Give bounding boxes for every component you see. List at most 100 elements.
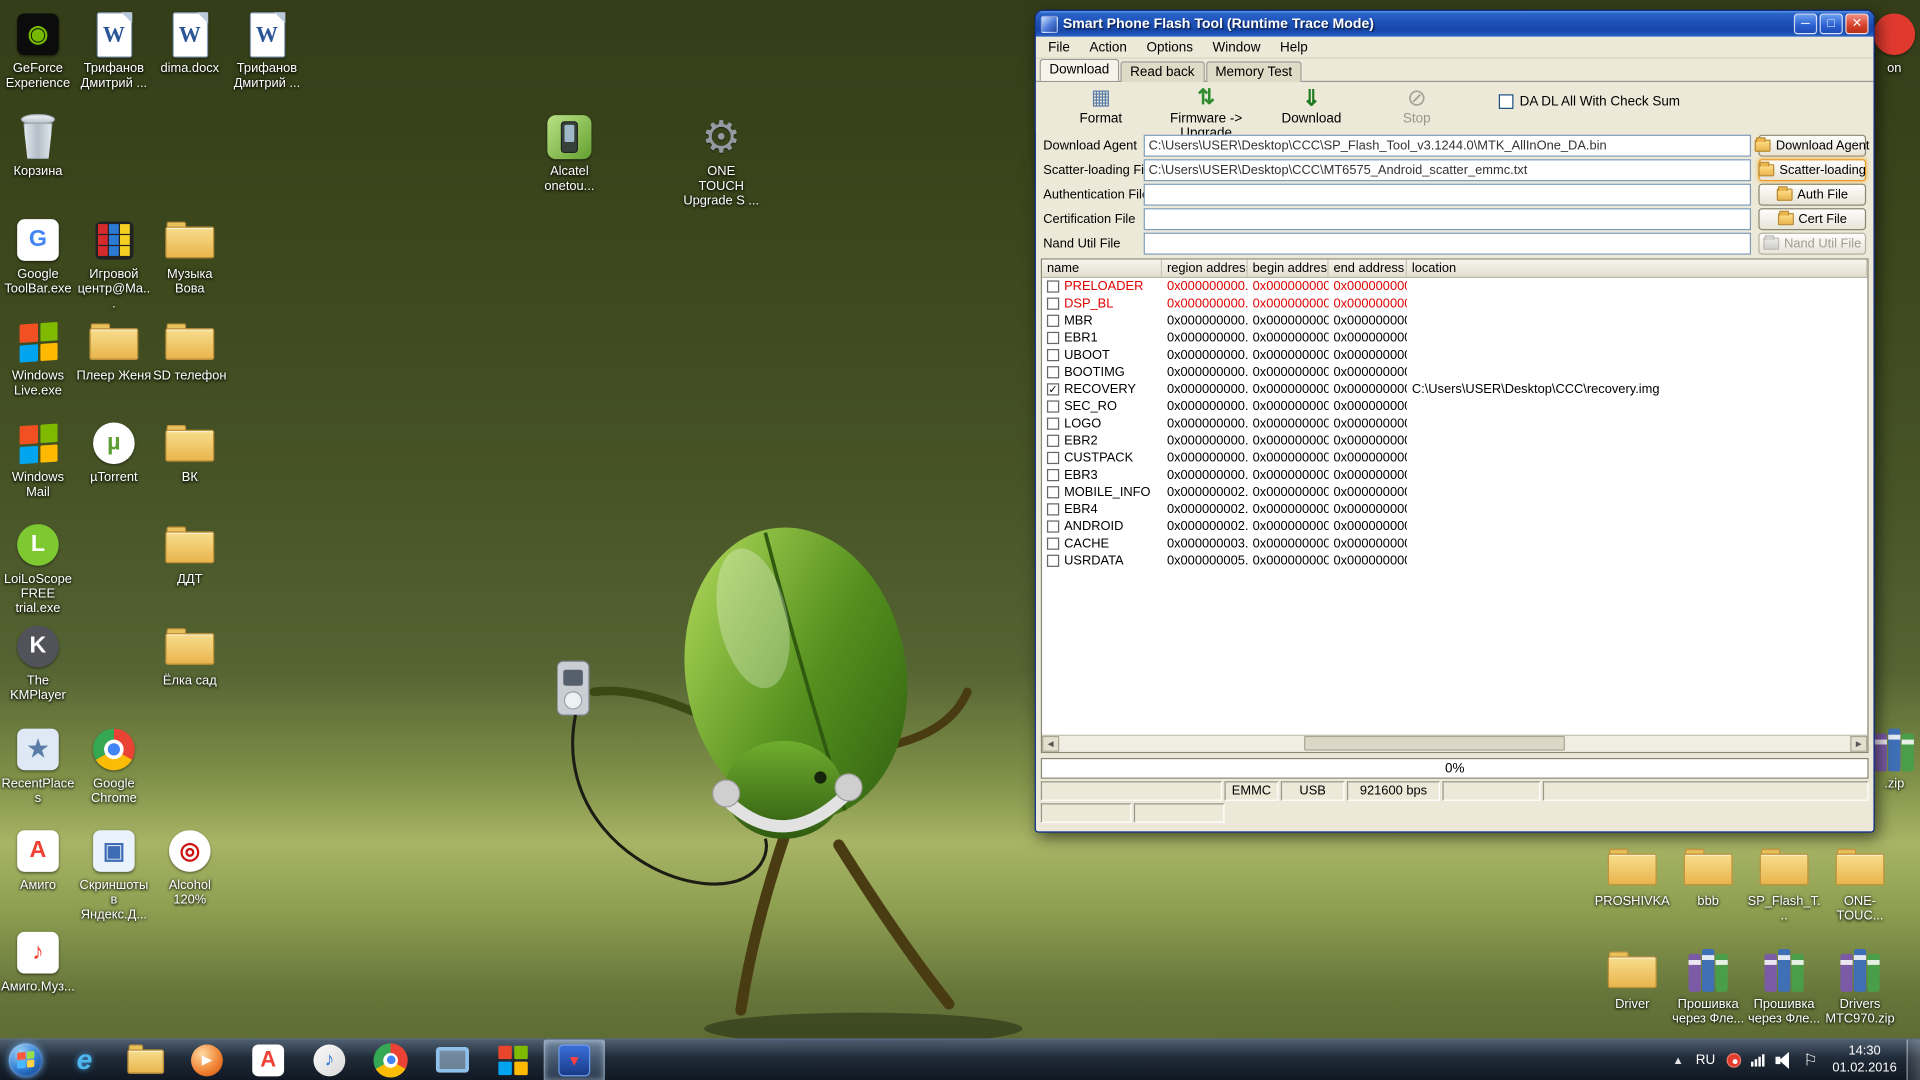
network-icon[interactable]	[1751, 1054, 1766, 1066]
menu-action[interactable]: Action	[1080, 37, 1137, 57]
partition-checkbox[interactable]	[1047, 280, 1059, 292]
partition-row-sec_ro[interactable]: SEC_RO0x000000000...0x000000000...0x0000…	[1042, 398, 1867, 415]
tab-read-back[interactable]: Read back	[1120, 61, 1204, 82]
certification-browse-button[interactable]: Cert File	[1758, 208, 1866, 230]
partition-row-preloader[interactable]: PRELOADER0x000000000...0x000000000...0x0…	[1042, 278, 1867, 295]
desktop-icon-one-touch-folder[interactable]: ONE-TOUC...	[1822, 842, 1898, 923]
partition-row-android[interactable]: ANDROID0x000000002...0x000000000...0x000…	[1042, 518, 1867, 535]
partition-checkbox[interactable]	[1047, 349, 1059, 361]
taskbar-app-chrome[interactable]	[360, 1039, 421, 1080]
menu-help[interactable]: Help	[1270, 37, 1317, 57]
desktop-icon-sp-flash-folder[interactable]: SP_Flash_T...	[1746, 842, 1822, 923]
certification-input[interactable]	[1144, 208, 1751, 230]
desktop-icon-geforce-experience[interactable]: ◉GeForce Experience	[0, 10, 76, 91]
partition-checkbox[interactable]	[1047, 332, 1059, 344]
desktop-icon-onetouch-upgrade[interactable]: ⚙ONE TOUCH Upgrade S ...	[683, 113, 759, 209]
desktop-icon-recent-places[interactable]: ★RecentPlaces	[0, 725, 76, 806]
partition-row-custpack[interactable]: CUSTPACK0x000000000...0x000000000...0x00…	[1042, 449, 1867, 466]
partition-checkbox[interactable]: ✓	[1047, 383, 1059, 395]
close-button[interactable]: ✕	[1845, 13, 1868, 34]
notification-icon[interactable]	[1726, 1052, 1741, 1067]
firmware-upgrade-button[interactable]: Firmware -> Upgrade	[1153, 84, 1258, 140]
desktop-icon-utorrent[interactable]: µµTorrent	[76, 419, 152, 485]
partition-row-usrdata[interactable]: USRDATA0x000000005...0x000000000...0x000…	[1042, 552, 1867, 569]
partition-checkbox[interactable]	[1047, 418, 1059, 430]
download-agent-input[interactable]	[1144, 135, 1751, 157]
partition-row-mobile_info[interactable]: MOBILE_INFO0x000000002...0x000000000...0…	[1042, 484, 1867, 501]
minimize-button[interactable]: ─	[1794, 13, 1817, 34]
show-desktop-button[interactable]	[1907, 1039, 1920, 1080]
partition-checkbox[interactable]	[1047, 298, 1059, 310]
clock[interactable]: 14:30 01.02.2016	[1823, 1043, 1907, 1076]
desktop-icon-yandex-screenshots[interactable]: ▣Скриншоты в Яндекс.Д...	[76, 827, 152, 923]
scrollbar-thumb[interactable]	[1304, 736, 1565, 751]
partition-checkbox[interactable]	[1047, 452, 1059, 464]
partition-checkbox[interactable]	[1047, 555, 1059, 567]
authentication-input[interactable]	[1144, 184, 1751, 206]
partition-row-ebr2[interactable]: EBR20x000000000...0x000000000...0x000000…	[1042, 432, 1867, 449]
taskbar-app-colors[interactable]	[482, 1039, 543, 1080]
desktop-icon-yolka-sad[interactable]: Ёлка сад	[152, 622, 228, 688]
partition-checkbox[interactable]	[1047, 435, 1059, 447]
partition-row-dsp_bl[interactable]: DSP_BL0x000000000...0x000000000...0x0000…	[1042, 295, 1867, 312]
maximize-button[interactable]: □	[1820, 13, 1843, 34]
taskbar-app-snip[interactable]	[421, 1039, 482, 1080]
partition-row-bootimg[interactable]: BOOTIMG0x000000000...0x000000000...0x000…	[1042, 364, 1867, 381]
desktop-icon-windows-mail[interactable]: Windows Mail	[0, 419, 76, 500]
taskbar-app-media-player[interactable]: ▶	[176, 1039, 237, 1080]
desktop-icon-dima-doc[interactable]: Wdima.docx	[152, 10, 228, 76]
language-indicator[interactable]: RU	[1690, 1052, 1722, 1067]
column-header-region-address[interactable]: region address	[1162, 260, 1248, 277]
tab-memory-test[interactable]: Memory Test	[1206, 61, 1302, 82]
partition-row-ebr4[interactable]: EBR40x000000002...0x000000000...0x000000…	[1042, 501, 1867, 518]
action-center-flag-icon[interactable]: ⚐	[1803, 1050, 1817, 1070]
column-header-begin-address[interactable]: begin address	[1248, 260, 1329, 277]
checksum-checkbox[interactable]: DA DL All With Check Sum	[1499, 94, 1680, 109]
menu-options[interactable]: Options	[1137, 37, 1203, 57]
desktop-icon-game-center[interactable]: Игровой центр@Ma...	[76, 216, 152, 312]
format-button[interactable]: Format	[1048, 84, 1153, 140]
desktop-icon-proshivka-rar-1[interactable]: Прошивка через Фле...	[1670, 945, 1746, 1026]
desktop-icon-amigo[interactable]: AАмиго	[0, 827, 76, 893]
partition-checkbox[interactable]	[1047, 469, 1059, 481]
scatter-loading-browse-button[interactable]: Scatter-loading	[1758, 159, 1866, 181]
desktop-icon-proshivka-folder[interactable]: PROSHIVKA	[1594, 842, 1670, 908]
partition-row-logo[interactable]: LOGO0x000000000...0x000000000...0x000000…	[1042, 415, 1867, 432]
scrollbar-track[interactable]	[1059, 736, 1850, 752]
partition-checkbox[interactable]	[1047, 366, 1059, 378]
column-header-end-address[interactable]: end address	[1329, 260, 1407, 277]
desktop-icon-trifanov-doc-1[interactable]: WТрифанов Дмитрий ...	[76, 10, 152, 91]
desktop-icon-sd-telefon[interactable]: SD телефон	[152, 317, 228, 383]
desktop-icon-driver-folder[interactable]: Driver	[1594, 945, 1670, 1011]
partition-row-uboot[interactable]: UBOOT0x000000000...0x000000000...0x00000…	[1042, 347, 1867, 364]
partition-checkbox[interactable]	[1047, 400, 1059, 412]
start-button[interactable]	[0, 1039, 51, 1080]
partition-row-mbr[interactable]: MBR0x000000000...0x000000000...0x0000000…	[1042, 312, 1867, 329]
partition-row-recovery[interactable]: ✓RECOVERY0x000000000...0x000000000...0x0…	[1042, 381, 1867, 398]
taskbar-app-explorer[interactable]	[115, 1039, 176, 1080]
volume-icon[interactable]	[1775, 1052, 1793, 1068]
partition-checkbox[interactable]	[1047, 503, 1059, 515]
download-button[interactable]: Download	[1259, 84, 1364, 140]
desktop-icon-google-chrome[interactable]: Google Chrome	[76, 725, 152, 806]
nand-util-input[interactable]	[1144, 233, 1751, 255]
partition-row-ebr3[interactable]: EBR30x000000000...0x000000000...0x000000…	[1042, 467, 1867, 484]
authentication-browse-button[interactable]: Auth File	[1758, 184, 1866, 206]
scatter-loading-input[interactable]	[1144, 159, 1751, 181]
taskbar-app-flash-tool[interactable]: ▼	[544, 1039, 605, 1080]
partition-row-ebr1[interactable]: EBR10x000000000...0x000000000...0x000000…	[1042, 329, 1867, 346]
desktop-icon-trifanov-doc-2[interactable]: WТрифанов Дмитрий ...	[229, 10, 305, 91]
taskbar-app-amigo[interactable]: A	[238, 1039, 299, 1080]
window-title-bar[interactable]: Smart Phone Flash Tool (Runtime Trace Mo…	[1036, 11, 1874, 37]
scroll-left-button[interactable]: ◄	[1042, 736, 1059, 752]
column-header-location[interactable]: location	[1407, 260, 1867, 277]
tab-download[interactable]: Download	[1040, 59, 1119, 81]
desktop-icon-loiloscope[interactable]: LLoiLoScope FREE trial.exe	[0, 520, 76, 616]
desktop-icon-alcatel-onetouch[interactable]: Alcatel onetou...	[531, 113, 607, 194]
desktop-icon-recycle-bin[interactable]: Корзина	[0, 113, 76, 179]
desktop-icon-proshivka-rar-2[interactable]: Прошивка через Фле...	[1746, 945, 1822, 1026]
desktop-icon-muzyka-vova[interactable]: Музыка Вова	[152, 216, 228, 297]
download-agent-browse-button[interactable]: Download Agent	[1758, 135, 1866, 157]
hidden-icons-arrow[interactable]: ▲	[1666, 1054, 1689, 1066]
desktop-icon-alcohol-120[interactable]: ◎Alcohol 120%	[152, 827, 228, 908]
